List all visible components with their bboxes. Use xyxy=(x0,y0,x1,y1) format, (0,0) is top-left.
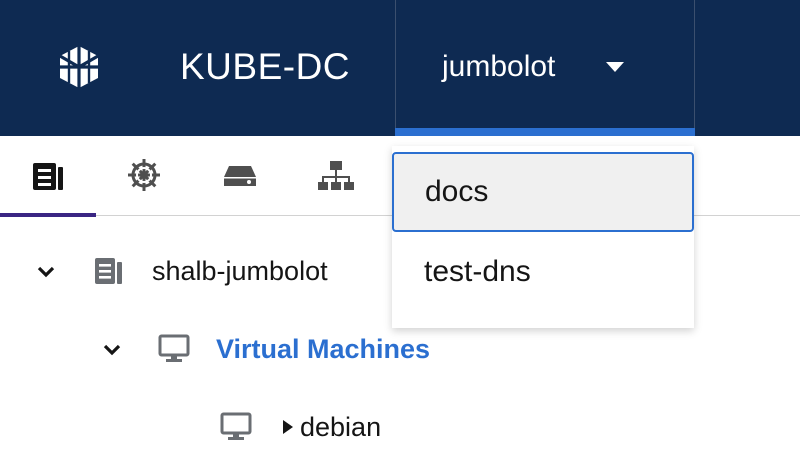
tree-node-label: Virtual Machines xyxy=(216,334,431,364)
tab-network[interactable] xyxy=(288,136,384,216)
menu-item-docs[interactable]: docs xyxy=(392,152,694,232)
tree-node-virtual-machines[interactable]: Virtual Machines xyxy=(102,330,442,370)
monitor-icon xyxy=(220,412,252,440)
chevron-down-icon[interactable] xyxy=(36,262,56,282)
monitor-icon xyxy=(158,334,190,362)
tab-namespaces[interactable] xyxy=(0,136,96,217)
tab-storage[interactable] xyxy=(192,136,288,216)
hard-drive-icon xyxy=(224,166,256,186)
server-rack-icon xyxy=(33,163,63,190)
caret-right-icon[interactable] xyxy=(283,420,293,434)
tree-node-label: shalb-jumbolot xyxy=(152,256,328,286)
menu-item-test-dns[interactable]: test-dns xyxy=(392,232,694,312)
tree-node-label: debian xyxy=(300,412,382,442)
selected-project-label: jumbolot xyxy=(442,50,556,83)
top-header: KUBE-DC jumbolot xyxy=(0,0,800,136)
cube-logo-icon[interactable] xyxy=(55,43,103,91)
tree-node-vm[interactable]: debian xyxy=(220,408,420,448)
tab-helm[interactable] xyxy=(96,136,192,216)
network-topology-icon xyxy=(318,161,354,190)
project-dropdown-menu: docs test-dns xyxy=(392,146,694,328)
server-rack-icon xyxy=(95,258,122,284)
caret-down-icon xyxy=(606,62,624,72)
selector-active-indicator xyxy=(395,128,695,136)
chevron-down-icon[interactable] xyxy=(102,340,122,360)
tree-node-namespace[interactable]: shalb-jumbolot xyxy=(36,252,366,292)
project-selector-toggle[interactable]: jumbolot xyxy=(395,0,695,136)
brand-title[interactable]: KUBE-DC xyxy=(180,44,350,90)
helm-wheel-icon xyxy=(128,159,160,191)
